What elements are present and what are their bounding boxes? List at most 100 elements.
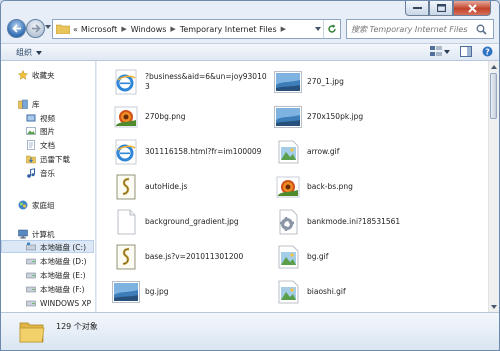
nav-computer-label: 计算机 (32, 229, 55, 239)
chevron-right-icon[interactable]: ▶ (121, 25, 126, 33)
pictures-library-icon (26, 126, 36, 136)
file-name: ?business&aid=6&un=joy93010 3 (145, 72, 267, 91)
png-image-icon (274, 174, 302, 200)
close-button[interactable] (453, 1, 491, 16)
file-item[interactable]: biaoshi.gif (274, 279, 346, 305)
file-list: ?business&aid=6&un=joy93010 3 270bg.png 3… (97, 61, 490, 312)
nav-favorites[interactable]: 收藏夹 (18, 69, 55, 81)
nav-library-xunlei-downloads[interactable]: 迅雷下载 (26, 153, 70, 165)
nav-homegroup-label: 家庭组 (32, 200, 55, 210)
gif-image-icon (274, 139, 302, 165)
organize-button[interactable]: 组织 (16, 47, 42, 58)
item-count: 129 个对象 (56, 322, 98, 331)
file-name: background_gradient.jpg (145, 217, 239, 226)
nav-drive-e[interactable]: 本地磁盘 (E:) (26, 269, 86, 281)
file-item[interactable]: 270bg.png (112, 104, 186, 130)
ie-html-icon (112, 69, 140, 95)
file-name: back-bs.png (307, 182, 353, 191)
back-button[interactable] (7, 19, 26, 38)
file-item[interactable]: ?business&aid=6&un=joy93010 3 (112, 69, 267, 95)
breadcrumb-temporary-internet-files[interactable]: Temporary Internet Files (180, 25, 277, 34)
star-icon (18, 70, 28, 80)
drive-icon (26, 284, 36, 294)
vertical-scrollbar[interactable] (488, 61, 498, 312)
address-bar[interactable]: « Microsoft ▶ Windows ▶ Temporary Intern… (52, 19, 341, 39)
nav-computer[interactable]: 计算机 (18, 228, 55, 240)
search-box[interactable] (346, 19, 494, 39)
folder-icon (56, 24, 70, 34)
details-pane: 129 个对象 (1, 312, 499, 350)
address-dropdown-icon[interactable] (315, 27, 321, 31)
view-icon (430, 46, 442, 56)
navigation-pane: 收藏夹 库 视频 图片 文档 迅雷下载 音乐 家庭组 计算机 本地磁盘 (C:)… (1, 61, 96, 312)
maximize-icon (436, 4, 446, 12)
search-input[interactable] (351, 24, 471, 34)
file-item[interactable]: 270x150pk.jpg (274, 104, 363, 130)
file-item[interactable]: base.js?v=201011301200 (112, 244, 243, 270)
file-item[interactable]: autoHide.js (112, 174, 187, 200)
nav-drive-c[interactable]: 本地磁盘 (C:) (26, 241, 86, 253)
file-item[interactable]: 270_1.jpg (274, 69, 344, 95)
address-overflow-chevron[interactable]: « (73, 25, 78, 34)
file-item[interactable]: bg.gif (274, 244, 328, 270)
help-icon: ? (482, 46, 493, 57)
script-icon (112, 244, 140, 270)
chevron-right-icon[interactable]: ▶ (170, 25, 175, 33)
breadcrumb-windows[interactable]: Windows (131, 25, 167, 34)
minimize-icon (412, 7, 422, 9)
change-view-button[interactable] (430, 46, 450, 57)
help-button[interactable]: ? (482, 46, 493, 57)
gif-image-icon (274, 244, 302, 270)
file-item[interactable]: bg.jpg (112, 279, 169, 305)
nav-favorites-label: 收藏夹 (32, 70, 55, 80)
search-icon[interactable] (476, 24, 487, 35)
computer-icon (18, 229, 28, 239)
refresh-button[interactable] (323, 20, 340, 38)
nav-library-music[interactable]: 音乐 (26, 167, 55, 179)
nav-drive-d[interactable]: 本地磁盘 (D:) (26, 255, 87, 267)
scroll-up-arrow-icon[interactable] (490, 62, 498, 71)
nav-drive-windows-xp[interactable]: WINDOWS XP (26, 297, 91, 309)
scrollbar-thumb[interactable] (490, 73, 497, 119)
file-name: bg.jpg (145, 287, 169, 296)
forward-button[interactable] (26, 19, 45, 38)
minimize-button[interactable] (405, 1, 429, 16)
caption-buttons (405, 1, 491, 16)
gif-image-icon (274, 279, 302, 305)
navigation-row: « Microsoft ▶ Windows ▶ Temporary Intern… (1, 16, 499, 44)
nav-library-documents[interactable]: 文档 (26, 139, 55, 151)
file-item[interactable]: bankmode.ini?18531561 (274, 209, 400, 235)
recent-pages-dropdown-icon[interactable] (45, 25, 51, 29)
maximize-button[interactable] (429, 1, 453, 16)
file-name: arrow.gif (307, 147, 340, 156)
file-item[interactable]: 301116158.html?fr=im100009 (112, 139, 261, 165)
file-item[interactable]: background_gradient.jpg (112, 209, 239, 235)
nav-libraries[interactable]: 库 (18, 98, 40, 110)
nav-drive-windows-xp-label: WINDOWS XP (40, 298, 92, 308)
homegroup-icon (18, 200, 28, 210)
close-icon (467, 3, 477, 13)
file-item[interactable]: back-bs.png (274, 174, 353, 200)
file-name: base.js?v=201011301200 (145, 252, 244, 261)
preview-pane-button[interactable] (460, 46, 472, 57)
landscape-image-icon (112, 279, 140, 305)
scroll-down-arrow-icon[interactable] (490, 302, 498, 311)
file-name: bankmode.ini?18531561 (307, 217, 401, 226)
nav-homegroup[interactable]: 家庭组 (18, 199, 55, 211)
drive-icon (26, 298, 36, 308)
nav-library-pictures-label: 图片 (40, 126, 55, 136)
breadcrumb-microsoft[interactable]: Microsoft (81, 25, 117, 34)
drive-icon (26, 270, 36, 280)
explorer-window: « Microsoft ▶ Windows ▶ Temporary Intern… (0, 0, 500, 351)
file-item[interactable]: arrow.gif (274, 139, 339, 165)
nav-libraries-label: 库 (32, 99, 40, 109)
music-library-icon (26, 168, 36, 178)
landscape-image-icon (274, 69, 302, 95)
file-name: biaoshi.gif (307, 287, 346, 296)
nav-library-videos[interactable]: 视频 (26, 112, 55, 124)
nav-drive-f[interactable]: 本地磁盘 (F:) (26, 283, 85, 295)
config-file-icon (274, 209, 302, 235)
chevron-right-icon[interactable]: ▶ (281, 25, 286, 33)
nav-library-pictures[interactable]: 图片 (26, 125, 55, 137)
library-icon (18, 99, 28, 109)
